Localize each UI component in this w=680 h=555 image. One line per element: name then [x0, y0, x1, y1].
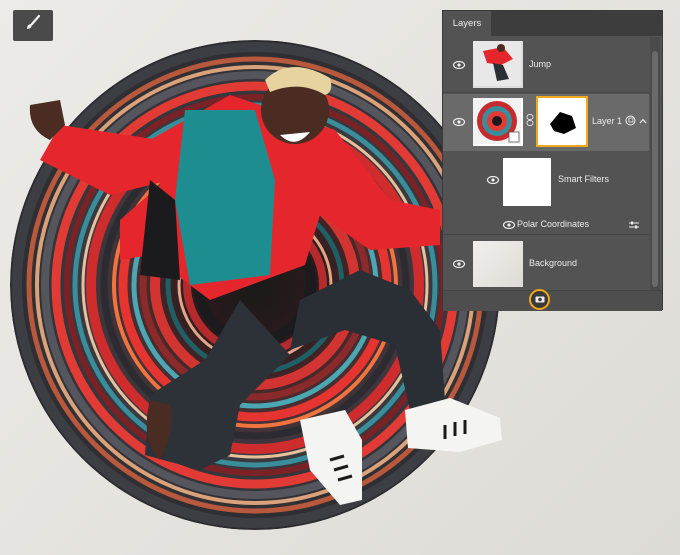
link-icon[interactable] — [526, 114, 534, 128]
smart-filter-mask-thumbnail[interactable] — [503, 158, 551, 206]
smart-filters-row[interactable]: Smart Filters — [443, 152, 649, 215]
visibility-eye-icon[interactable] — [487, 176, 499, 184]
layer-name: Background — [529, 258, 578, 268]
panel-tab-bar: Layers — [443, 11, 662, 36]
add-mask-button[interactable] — [529, 289, 550, 310]
layer-name: Layer 1 — [592, 116, 623, 126]
camera-icon — [535, 295, 545, 305]
filter-name: Polar Coordinates — [517, 219, 590, 229]
tab-layers[interactable]: Layers — [443, 11, 491, 36]
smart-filters-label: Smart Filters — [558, 174, 610, 184]
layer-row-layer-1[interactable]: Layer 1 — [443, 94, 649, 151]
visibility-eye-icon[interactable] — [453, 118, 465, 126]
smart-object-icon — [625, 115, 636, 128]
visibility-eye-icon[interactable] — [453, 260, 465, 268]
brush-tool-button[interactable] — [13, 10, 53, 41]
visibility-eye-icon[interactable] — [453, 61, 465, 69]
panel-footer — [443, 290, 662, 311]
scrollbar-thumb[interactable] — [652, 51, 658, 287]
layer-row-background[interactable]: Background — [443, 236, 649, 290]
visibility-eye-icon[interactable] — [503, 221, 515, 229]
layer-thumbnail — [473, 41, 523, 88]
layers-panel: Layers Jump Layer 1 Smart Filters Polar … — [442, 10, 663, 311]
smart-object-thumbnail — [473, 98, 523, 146]
layer-mask-thumbnail[interactable] — [536, 96, 588, 147]
brush-icon — [24, 14, 42, 37]
blending-options-icon[interactable] — [628, 220, 640, 232]
chevron-up-icon[interactable] — [639, 116, 647, 126]
layer-thumbnail — [473, 241, 523, 287]
layer-name: Jump — [529, 59, 552, 69]
filter-row-polar-coordinates[interactable]: Polar Coordinates — [443, 215, 649, 235]
layer-row-jump[interactable]: Jump — [443, 37, 649, 93]
